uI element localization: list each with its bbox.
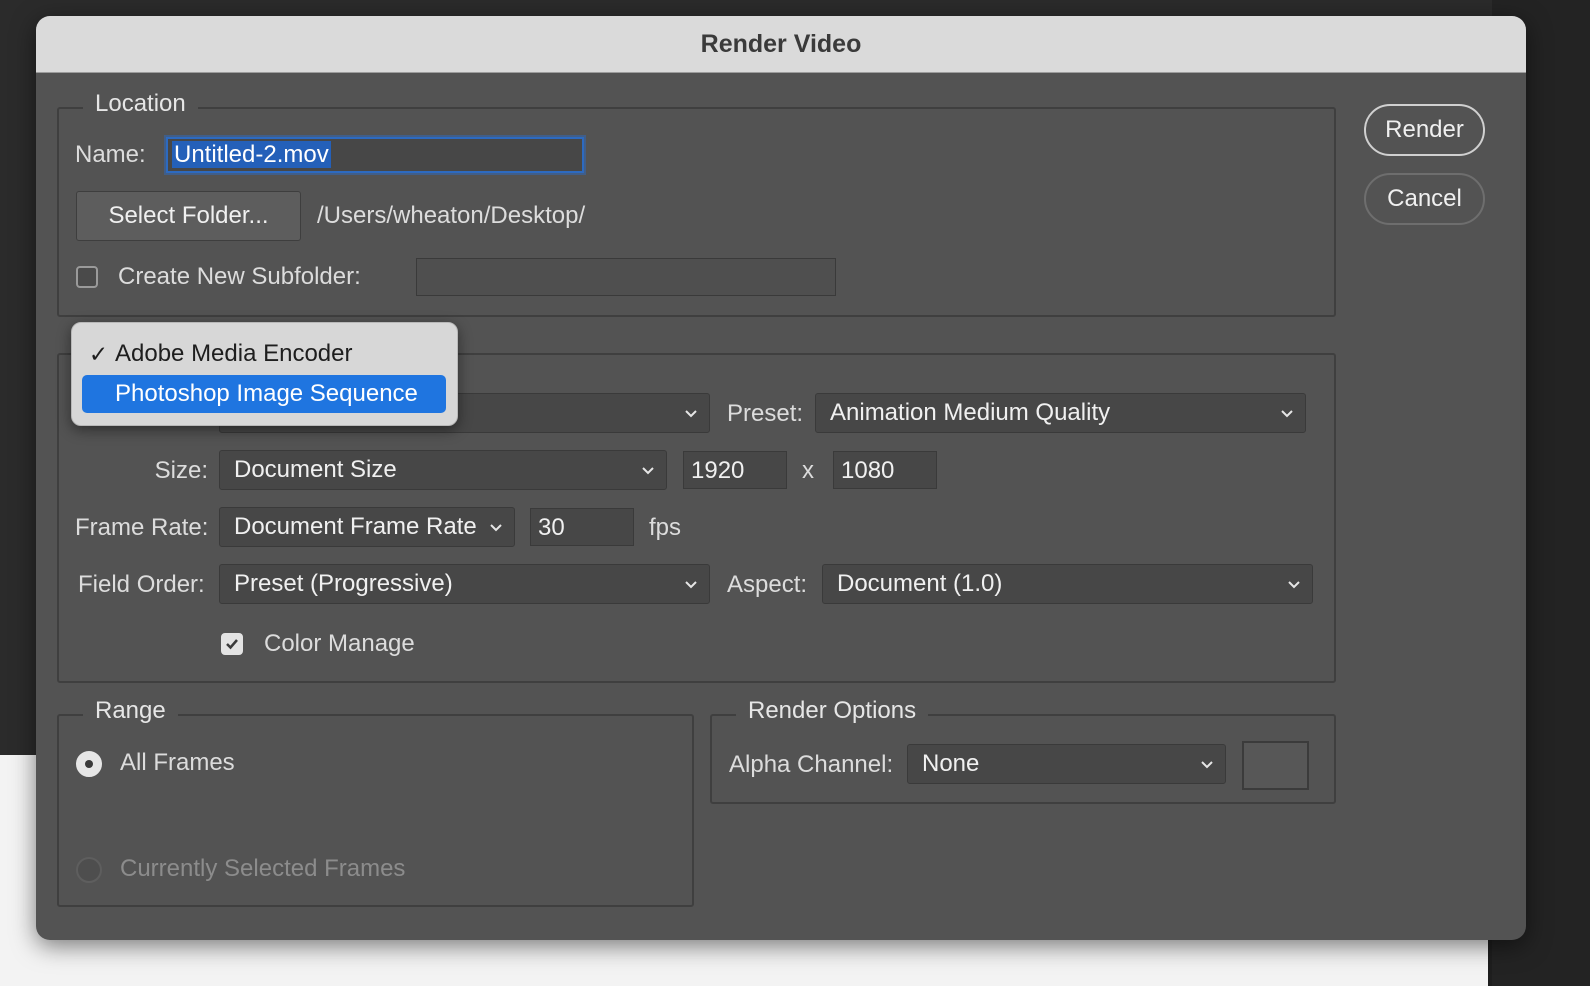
- preset-select[interactable]: Animation Medium Quality: [815, 393, 1306, 433]
- preset-select-value: Animation Medium Quality: [830, 399, 1111, 426]
- fps-value: 30: [538, 514, 565, 541]
- alpha-channel-label: Alpha Channel:: [729, 751, 894, 778]
- alpha-channel-select[interactable]: None: [907, 744, 1226, 784]
- fps-unit: fps: [649, 514, 682, 541]
- menu-item-photoshop-image-sequence[interactable]: Photoshop Image Sequence: [82, 375, 446, 413]
- render-button[interactable]: Render: [1364, 104, 1485, 156]
- fps-input[interactable]: 30: [530, 508, 634, 546]
- size-select[interactable]: Document Size: [219, 450, 667, 490]
- create-subfolder-checkbox[interactable]: [76, 266, 98, 288]
- frame-rate-label: Frame Rate:: [75, 514, 209, 541]
- frame-rate-select[interactable]: Document Frame Rate: [219, 507, 515, 547]
- height-value: 1080: [841, 457, 895, 484]
- subfolder-name-input[interactable]: [416, 258, 836, 296]
- selected-frames-label: Currently Selected Frames: [120, 855, 406, 882]
- field-order-label: Field Order:: [78, 571, 205, 598]
- chevron-down-icon: [490, 524, 502, 532]
- chevron-down-icon: [1288, 581, 1300, 589]
- aspect-select[interactable]: Document (1.0): [822, 564, 1313, 604]
- chevron-down-icon: [685, 410, 697, 418]
- cancel-button[interactable]: Cancel: [1364, 173, 1485, 225]
- height-input[interactable]: 1080: [833, 451, 937, 489]
- dialog-titlebar[interactable]: Render Video: [36, 16, 1526, 73]
- preset-label: Preset:: [727, 400, 804, 427]
- size-label: Size:: [154, 457, 208, 484]
- render-video-dialog: Render Video Location Name: Untitled-2.m…: [36, 16, 1526, 940]
- select-folder-label: Select Folder...: [108, 202, 269, 229]
- size-separator: x: [802, 457, 814, 484]
- encoder-dropdown-menu: ✓ Adobe Media Encoder Photoshop Image Se…: [71, 322, 458, 426]
- name-input-value: Untitled-2.mov: [172, 141, 331, 168]
- range-legend: Range: [83, 697, 178, 725]
- color-manage-label: Color Manage: [264, 630, 415, 657]
- alpha-channel-value: None: [922, 750, 980, 777]
- menu-item-label: Photoshop Image Sequence: [115, 380, 418, 407]
- field-order-select-value: Preset (Progressive): [234, 570, 453, 597]
- checkmark-icon: [226, 639, 238, 650]
- select-folder-button[interactable]: Select Folder...: [76, 191, 301, 241]
- all-frames-label: All Frames: [120, 749, 235, 776]
- render-button-label: Render: [1385, 116, 1464, 143]
- create-subfolder-label: Create New Subfolder:: [118, 263, 361, 290]
- chevron-down-icon: [642, 467, 654, 475]
- dialog-title: Render Video: [700, 29, 862, 58]
- menu-item-label: Adobe Media Encoder: [115, 340, 353, 367]
- render-options-legend: Render Options: [736, 697, 929, 725]
- width-input[interactable]: 1920: [683, 451, 787, 489]
- field-order-select[interactable]: Preset (Progressive): [219, 564, 710, 604]
- folder-path: /Users/wheaton/Desktop/: [317, 202, 586, 229]
- all-frames-radio[interactable]: [76, 751, 102, 777]
- color-manage-checkbox[interactable]: [221, 633, 243, 655]
- cancel-button-label: Cancel: [1387, 185, 1462, 212]
- size-select-value: Document Size: [234, 456, 397, 483]
- checkmark-icon: ✓: [88, 340, 109, 367]
- aspect-label: Aspect:: [727, 571, 808, 598]
- alpha-color-swatch[interactable]: [1242, 741, 1309, 790]
- chevron-down-icon: [1281, 410, 1293, 418]
- menu-item-adobe-media-encoder[interactable]: ✓ Adobe Media Encoder: [82, 335, 446, 373]
- name-label: Name:: [75, 141, 146, 168]
- frame-rate-select-value: Document Frame Rate: [234, 513, 477, 540]
- aspect-select-value: Document (1.0): [837, 570, 1003, 597]
- width-value: 1920: [691, 457, 745, 484]
- selected-frames-radio[interactable]: [76, 857, 102, 883]
- name-input[interactable]: Untitled-2.mov: [166, 137, 584, 173]
- chevron-down-icon: [685, 581, 697, 589]
- chevron-down-icon: [1201, 761, 1213, 769]
- location-legend: Location: [83, 90, 198, 118]
